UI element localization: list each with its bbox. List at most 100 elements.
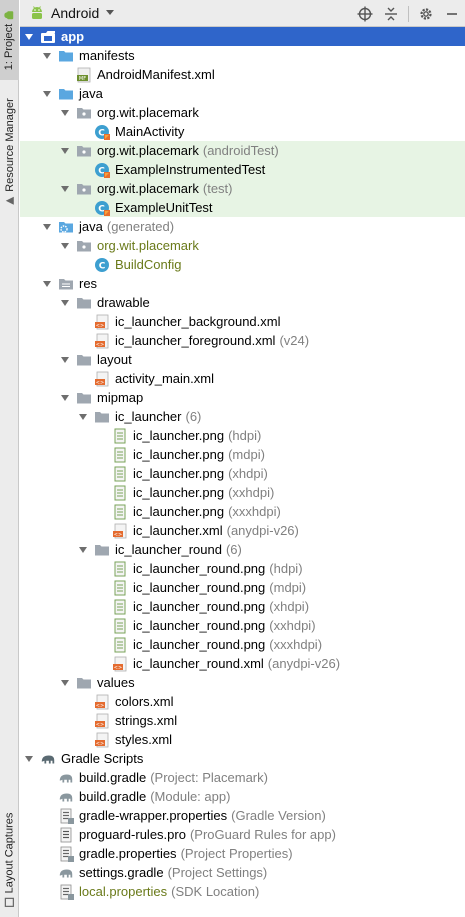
expand-arrow-icon[interactable] bbox=[42, 279, 52, 289]
tree-item-ic-l-xxxhdpi[interactable]: ic_launcher.png (xxxhdpi) bbox=[20, 502, 465, 521]
hide-button[interactable] bbox=[443, 5, 461, 23]
tree-item-label: Gradle Scripts bbox=[61, 751, 144, 766]
tree-item-mipmap[interactable]: mipmap bbox=[20, 388, 465, 407]
tree-item-ic-launcher-group[interactable]: ic_launcher (6) bbox=[20, 407, 465, 426]
tree-item-ic-r-xxxhdpi[interactable]: ic_launcher_round.png (xxxhdpi) bbox=[20, 635, 465, 654]
expand-arrow-icon[interactable] bbox=[42, 51, 52, 61]
settings-button[interactable] bbox=[417, 5, 435, 23]
tree-item-res[interactable]: res bbox=[20, 274, 465, 293]
tree-item-build-gradle-module[interactable]: build.gradle (Module: app) bbox=[20, 787, 465, 806]
tree-item-ic-r-hdpi[interactable]: ic_launcher_round.png (hdpi) bbox=[20, 559, 465, 578]
layout-captures-tab[interactable]: Layout Captures bbox=[0, 805, 19, 915]
expand-arrow-icon[interactable] bbox=[78, 412, 88, 422]
tree-item-unit-test[interactable]: C ExampleUnitTest bbox=[20, 198, 465, 217]
expand-arrow-icon[interactable] bbox=[24, 754, 34, 764]
tree-item-label: MainActivity bbox=[115, 124, 185, 139]
tree-item-colors[interactable]: <> colors.xml bbox=[20, 692, 465, 711]
tree-item-build-gradle-project[interactable]: build.gradle (Project: Placemark) bbox=[20, 768, 465, 787]
folder-icon bbox=[76, 675, 92, 691]
tree-item-ic-l-xxhdpi[interactable]: ic_launcher.png (xxhdpi) bbox=[20, 483, 465, 502]
tree-item-label: activity_main.xml bbox=[115, 371, 214, 386]
tree-item-ic-r-xml[interactable]: <> ic_launcher_round.xml (anydpi-v26) bbox=[20, 654, 465, 673]
tree-item-ic-l-xml[interactable]: <> ic_launcher.xml (anydpi-v26) bbox=[20, 521, 465, 540]
tree-item-label: proguard-rules.pro bbox=[79, 827, 186, 842]
expand-arrow-icon[interactable] bbox=[60, 393, 70, 403]
tree-item-pkg-main[interactable]: org.wit.placemark bbox=[20, 103, 465, 122]
svg-text:<>: <> bbox=[96, 740, 104, 746]
tree-item-app[interactable]: app bbox=[20, 27, 465, 46]
xml-file-icon: <> bbox=[94, 371, 110, 387]
tree-item-label: local.properties bbox=[79, 884, 168, 899]
image-file-icon bbox=[112, 466, 128, 482]
tree-item-java[interactable]: java bbox=[20, 84, 465, 103]
properties-file-icon bbox=[58, 846, 74, 862]
expand-arrow-icon[interactable] bbox=[42, 89, 52, 99]
tree-item-label: values bbox=[97, 675, 135, 690]
expand-arrow-icon[interactable] bbox=[60, 108, 70, 118]
svg-text:<>: <> bbox=[96, 379, 104, 385]
tree-item-main-activity[interactable]: C MainActivity bbox=[20, 122, 465, 141]
package-icon bbox=[76, 143, 92, 159]
package-icon bbox=[76, 105, 92, 121]
tree-item-pkg-generated[interactable]: org.wit.placemark bbox=[20, 236, 465, 255]
tree-item-proguard[interactable]: proguard-rules.pro (ProGuard Rules for ap… bbox=[20, 825, 465, 844]
layout-captures-icon bbox=[4, 897, 15, 907]
tree-item-ic-bg[interactable]: <> ic_launcher_background.xml bbox=[20, 312, 465, 331]
expand-arrow-icon[interactable] bbox=[60, 298, 70, 308]
tree-item-settings-gradle[interactable]: settings.gradle (Project Settings) bbox=[20, 863, 465, 882]
tree-item-strings[interactable]: <> strings.xml bbox=[20, 711, 465, 730]
view-mode-dropdown[interactable]: Android bbox=[20, 5, 115, 21]
tree-item-hint: (hdpi) bbox=[228, 428, 262, 443]
expand-arrow-icon[interactable] bbox=[60, 184, 70, 194]
collapse-all-button[interactable] bbox=[382, 5, 400, 23]
tree-item-drawable[interactable]: drawable bbox=[20, 293, 465, 312]
tree-item-label: ic_launcher_background.xml bbox=[115, 314, 281, 329]
tree-item-ic-r-xxhdpi[interactable]: ic_launcher_round.png (xxhdpi) bbox=[20, 616, 465, 635]
tree-item-local-properties[interactable]: local.properties (SDK Location) bbox=[20, 882, 465, 901]
tree-item-ic-r-mdpi[interactable]: ic_launcher_round.png (mdpi) bbox=[20, 578, 465, 597]
tree-item-ic-round-group[interactable]: ic_launcher_round (6) bbox=[20, 540, 465, 559]
tree-item-ic-r-xhdpi[interactable]: ic_launcher_round.png (xhdpi) bbox=[20, 597, 465, 616]
tree-item-gradle-properties[interactable]: gradle.properties (Project Properties) bbox=[20, 844, 465, 863]
tree-item-label: BuildConfig bbox=[115, 257, 182, 272]
tree-item-manifests[interactable]: manifests bbox=[20, 46, 465, 65]
tree-item-ic-l-hdpi[interactable]: ic_launcher.png (hdpi) bbox=[20, 426, 465, 445]
tree-item-ic-fg[interactable]: <> ic_launcher_foreground.xml (v24) bbox=[20, 331, 465, 350]
locate-button[interactable] bbox=[356, 5, 374, 23]
expand-arrow-icon[interactable] bbox=[60, 355, 70, 365]
tree-item-label: ic_launcher_foreground.xml bbox=[115, 333, 276, 348]
tree-item-activity-main[interactable]: <> activity_main.xml bbox=[20, 369, 465, 388]
tree-item-hint: (generated) bbox=[106, 219, 175, 234]
tree-item-layout[interactable]: layout bbox=[20, 350, 465, 369]
tree-item-hint: (Gradle Version) bbox=[231, 808, 326, 823]
tree-item-label: org.wit.placemark bbox=[97, 181, 199, 196]
tree-item-gradle-wrapper[interactable]: gradle-wrapper.properties (Gradle Version… bbox=[20, 806, 465, 825]
expand-arrow-icon[interactable] bbox=[42, 222, 52, 232]
tree-item-android-manifest[interactable]: MF AndroidManifest.xml bbox=[20, 65, 465, 84]
tree-item-hint: (xxhdpi) bbox=[269, 618, 316, 633]
tree-item-label: ic_launcher_round.png bbox=[133, 618, 266, 633]
tree-item-label: drawable bbox=[97, 295, 150, 310]
expand-arrow-icon[interactable] bbox=[24, 32, 34, 42]
expand-arrow-icon[interactable] bbox=[60, 678, 70, 688]
kotlin-class-icon: C bbox=[94, 200, 110, 216]
project-tool-tab[interactable]: 1: Project bbox=[0, 0, 19, 80]
tree-item-label: org.wit.placemark bbox=[97, 238, 199, 253]
tree-item-ic-l-xhdpi[interactable]: ic_launcher.png (xhdpi) bbox=[20, 464, 465, 483]
expand-arrow-icon[interactable] bbox=[60, 241, 70, 251]
expand-arrow-icon[interactable] bbox=[78, 545, 88, 555]
tree-item-values[interactable]: values bbox=[20, 673, 465, 692]
folder-icon bbox=[94, 409, 110, 425]
tree-item-pkg-androidtest[interactable]: org.wit.placemark (androidTest) bbox=[20, 141, 465, 160]
expand-arrow-icon[interactable] bbox=[60, 146, 70, 156]
tree-item-hint: (mdpi) bbox=[269, 580, 307, 595]
tree-item-ic-l-mdpi[interactable]: ic_launcher.png (mdpi) bbox=[20, 445, 465, 464]
image-file-icon bbox=[112, 485, 128, 501]
tree-item-styles[interactable]: <> styles.xml bbox=[20, 730, 465, 749]
tree-item-java-generated[interactable]: java (generated) bbox=[20, 217, 465, 236]
tree-item-instrumented-test[interactable]: C ExampleInstrumentedTest bbox=[20, 160, 465, 179]
tree-item-pkg-test[interactable]: org.wit.placemark (test) bbox=[20, 179, 465, 198]
tree-item-build-config[interactable]: C BuildConfig bbox=[20, 255, 465, 274]
resource-manager-tab[interactable]: Resource Manager bbox=[0, 92, 19, 212]
tree-item-gradle-scripts[interactable]: Gradle Scripts bbox=[20, 749, 465, 768]
